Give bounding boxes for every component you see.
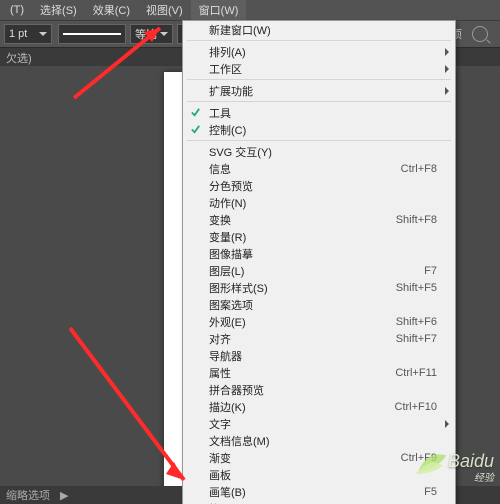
menu-item-label: 信息 — [209, 161, 231, 177]
menu-item[interactable]: 分色预览 — [183, 177, 455, 194]
menu-item-effect[interactable]: 效果(C) — [85, 0, 138, 20]
menu-item-label: 画笔(B) — [209, 484, 246, 500]
menu-item[interactable]: 信息 Ctrl+F8 — [183, 160, 455, 177]
menu-item[interactable]: 工具 — [183, 104, 455, 121]
menu-item-view[interactable]: 视图(V) — [138, 0, 191, 20]
menu-item[interactable]: 符号Shift+Ctrl+F11 — [183, 500, 455, 504]
menu-item[interactable]: 画笔(B) F5 — [183, 483, 455, 500]
stroke-width-value: 1 pt — [9, 28, 27, 40]
menu-item-shortcut: Ctrl+F10 — [395, 401, 438, 413]
menu-separator — [187, 140, 451, 141]
menu-item[interactable]: 对齐 Shift+F7 — [183, 330, 455, 347]
menu-item-label: 扩展功能 — [209, 83, 253, 99]
menu-item-label: 文字 — [209, 416, 231, 432]
menu-item-label: 图案选项 — [209, 297, 253, 313]
profile-label: 等比 — [135, 26, 157, 42]
menu-item[interactable]: 图案选项 — [183, 296, 455, 313]
status-label: 缩略选项 — [6, 487, 50, 503]
menu-item-label: 工具 — [209, 105, 231, 121]
menu-item-shortcut: Shift+F7 — [396, 333, 437, 345]
menu-item[interactable]: 文字 — [183, 415, 455, 432]
menu-item[interactable]: 变换 Shift+F8 — [183, 211, 455, 228]
watermark-sub: 经验 — [448, 469, 494, 484]
menu-item-label: 动作(N) — [209, 195, 246, 211]
menu-item-label: 变量(R) — [209, 229, 246, 245]
chevron-right-icon — [445, 65, 449, 73]
menu-item-label: 外观(E) — [209, 314, 246, 330]
menu-item-label: 渐变 — [209, 450, 231, 466]
menu-item-label: 控制(C) — [209, 122, 246, 138]
menu-item-label: 对齐 — [209, 331, 231, 347]
menu-item[interactable]: 控制(C) — [183, 121, 455, 138]
check-icon — [190, 124, 201, 135]
menu-item[interactable]: SVG 交互(Y) — [183, 143, 455, 160]
chevron-right-icon — [445, 420, 449, 428]
menu-item-shortcut: F7 — [424, 265, 437, 277]
menu-item-label: 分色预览 — [209, 178, 253, 194]
check-icon — [190, 107, 201, 118]
menu-item[interactable]: 变量(R) — [183, 228, 455, 245]
menubar: (T) 选择(S) 效果(C) 视图(V) 窗口(W) — [0, 0, 500, 21]
menu-item[interactable]: 属性 Ctrl+F11 — [183, 364, 455, 381]
window-menu: 新建窗口(W) 排列(A)工作区扩展功能工具控制(C) SVG 交互(Y)信息 Ctr… — [182, 20, 456, 504]
menu-item[interactable]: 图像描摹 — [183, 245, 455, 262]
menu-separator — [187, 101, 451, 102]
menu-item-label: 画板 — [209, 467, 231, 483]
chevron-down-icon — [160, 32, 168, 36]
stroke-preview[interactable] — [58, 24, 126, 44]
menu-item-shortcut: Ctrl+F11 — [395, 367, 437, 379]
menu-item-label: 描边(K) — [209, 399, 246, 415]
menu-item[interactable]: 图层(L) F7 — [183, 262, 455, 279]
menu-item-shortcut: Shift+F6 — [396, 316, 437, 328]
menu-item-label: 排列(A) — [209, 44, 246, 60]
menu-item-shortcut: Ctrl+F8 — [401, 163, 437, 175]
menu-separator — [187, 79, 451, 80]
menu-item-label: 属性 — [209, 365, 231, 381]
menu-item-label: 符号 — [209, 501, 231, 504]
menu-item-shortcut: Shift+F8 — [396, 214, 437, 226]
watermark: Baidu经验 — [448, 451, 494, 484]
menu-item-shortcut: Shift+F5 — [396, 282, 437, 294]
search-icon[interactable] — [472, 26, 488, 42]
menu-item[interactable]: 外观(E) Shift+F6 — [183, 313, 455, 330]
menu-item[interactable]: 文档信息(M) — [183, 432, 455, 449]
menu-item-label: 文档信息(M) — [209, 433, 270, 449]
menu-item[interactable]: 图形样式(S) Shift+F5 — [183, 279, 455, 296]
stroke-width-field[interactable]: 1 pt — [4, 24, 52, 44]
menu-item-window[interactable]: 窗口(W) — [191, 0, 247, 20]
app-frame: (T) 选择(S) 效果(C) 视图(V) 窗口(W) 1 pt 等比 0 5 … — [0, 0, 500, 504]
menu-item-label: 图像描摹 — [209, 246, 253, 262]
menu-item[interactable]: 排列(A) — [183, 43, 455, 60]
menu-item[interactable]: 新建窗口(W) — [183, 21, 455, 38]
menu-item[interactable]: 工作区 — [183, 60, 455, 77]
menu-item[interactable]: 拼合器预览 — [183, 381, 455, 398]
menu-item[interactable]: 导航器 — [183, 347, 455, 364]
chevron-down-icon — [39, 32, 47, 36]
watermark-brand: Baidu — [448, 451, 494, 471]
line-icon — [63, 33, 121, 35]
menu-item-label: SVG 交互(Y) — [209, 144, 272, 160]
menu-item[interactable]: 扩展功能 — [183, 82, 455, 99]
menu-separator — [187, 40, 451, 41]
menu-item-label: 工作区 — [209, 61, 242, 77]
chevron-right-icon — [445, 48, 449, 56]
menu-item[interactable]: 动作(N) — [183, 194, 455, 211]
document-tab[interactable]: 欠选) — [6, 50, 32, 66]
menu-item-type[interactable]: (T) — [2, 2, 32, 18]
menu-item-label: 导航器 — [209, 348, 242, 364]
leaf-icon — [414, 450, 448, 476]
menu-item-shortcut: F5 — [424, 486, 437, 498]
menu-item-label: 图层(L) — [209, 263, 244, 279]
chevron-right-icon — [445, 87, 449, 95]
menu-item-select[interactable]: 选择(S) — [32, 0, 85, 20]
menu-item-label: 图形样式(S) — [209, 280, 268, 296]
status-arrow-icon[interactable]: ▶ — [60, 489, 68, 502]
menu-item[interactable]: 描边(K) Ctrl+F10 — [183, 398, 455, 415]
menu-item-label: 变换 — [209, 212, 231, 228]
menu-item-label: 新建窗口(W) — [209, 22, 271, 38]
menu-item-label: 拼合器预览 — [209, 382, 264, 398]
profile-select[interactable]: 等比 — [130, 24, 173, 44]
